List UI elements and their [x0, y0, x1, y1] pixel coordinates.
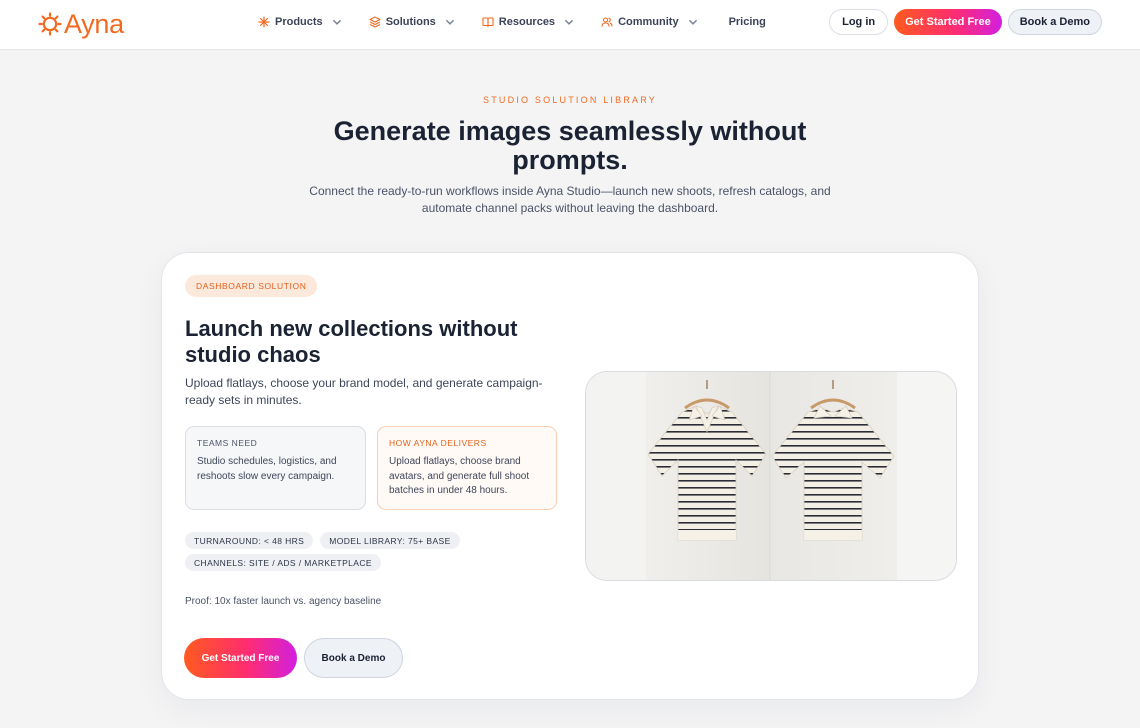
menu-item-label: Resources — [498, 16, 556, 28]
menu-item-resources[interactable]: Resources — [482, 16, 575, 28]
teams-need-box: TEAMS NEED Studio schedules, logistics, … — [185, 426, 366, 510]
hero-title: Generate images seamlessly without promp… — [333, 116, 807, 175]
users-icon — [601, 17, 613, 27]
stats-chips: TURNAROUND: < 48 HRS MODEL LIBRARY: 75+ … — [185, 532, 485, 571]
card-get-started-button[interactable]: Get Started Free — [184, 638, 297, 678]
nav-actions: Log in Get Started Free Book a Demo — [829, 9, 1102, 35]
menu-item-products[interactable]: Products — [258, 16, 343, 28]
menu-item-label: Products — [275, 16, 323, 28]
hero-eyebrow: STUDIO SOLUTION LIBRARY — [483, 95, 657, 105]
card-title: Launch new collections without studio ch… — [185, 316, 518, 367]
brand-logo[interactable]: Ayna — [38, 8, 124, 40]
get-started-button[interactable]: Get Started Free — [894, 9, 1002, 35]
chevron-down-icon — [445, 19, 454, 25]
book-open-icon — [482, 17, 494, 28]
login-button[interactable]: Log in — [829, 9, 889, 35]
turnaround-chip: TURNAROUND: < 48 HRS — [185, 532, 314, 549]
channels-chip: CHANNELS: SITE / ADS / MARKETPLACE — [185, 554, 381, 571]
menu-item-label: Pricing — [728, 16, 766, 28]
menu-item-label: Community — [618, 16, 679, 28]
ayna-delivers-text: Upload flatlays, choose brand avatars, a… — [389, 456, 530, 496]
sparkle-icon — [258, 16, 270, 28]
chevron-down-icon — [332, 19, 341, 25]
book-demo-button[interactable]: Book a Demo — [1007, 9, 1102, 35]
ayna-delivers-box: HOW AYNA DELIVERS Upload flatlays, choos… — [377, 426, 557, 510]
top-nav: Ayna Products Solutions Resources Commun… — [0, 0, 1140, 50]
product-photo — [585, 371, 957, 581]
chevron-down-icon — [688, 19, 697, 25]
solution-badge: DASHBOARD SOLUTION — [185, 275, 318, 297]
menu-item-community[interactable]: Community — [601, 16, 699, 28]
ayna-delivers-label: HOW AYNA DELIVERS — [389, 438, 487, 448]
solution-card: DASHBOARD SOLUTION Launch new collection… — [161, 252, 979, 700]
menu-item-solutions[interactable]: Solutions — [369, 16, 456, 28]
layers-icon — [369, 16, 381, 28]
striped-polo-shirts-image — [586, 372, 956, 580]
menu-item-pricing[interactable]: Pricing — [729, 16, 766, 28]
card-book-demo-button[interactable]: Book a Demo — [304, 638, 403, 678]
model-library-chip: MODEL LIBRARY: 75+ BASE — [320, 532, 460, 549]
sun-logo-icon — [38, 12, 62, 36]
hero-subtitle: Connect the ready-to-run workflows insid… — [309, 184, 831, 215]
menu-item-label: Solutions — [385, 16, 436, 28]
brand-name: Ayna — [64, 9, 124, 39]
teams-need-text: Studio schedules, logistics, and reshoot… — [197, 456, 337, 482]
teams-need-label: TEAMS NEED — [197, 438, 258, 448]
chevron-down-icon — [564, 19, 574, 25]
main-menu: Products Solutions Resources Community P… — [258, 0, 792, 44]
card-description: Upload flatlays, choose your brand model… — [185, 376, 543, 407]
proof-text: Proof: 10x faster launch vs. agency base… — [185, 596, 382, 607]
